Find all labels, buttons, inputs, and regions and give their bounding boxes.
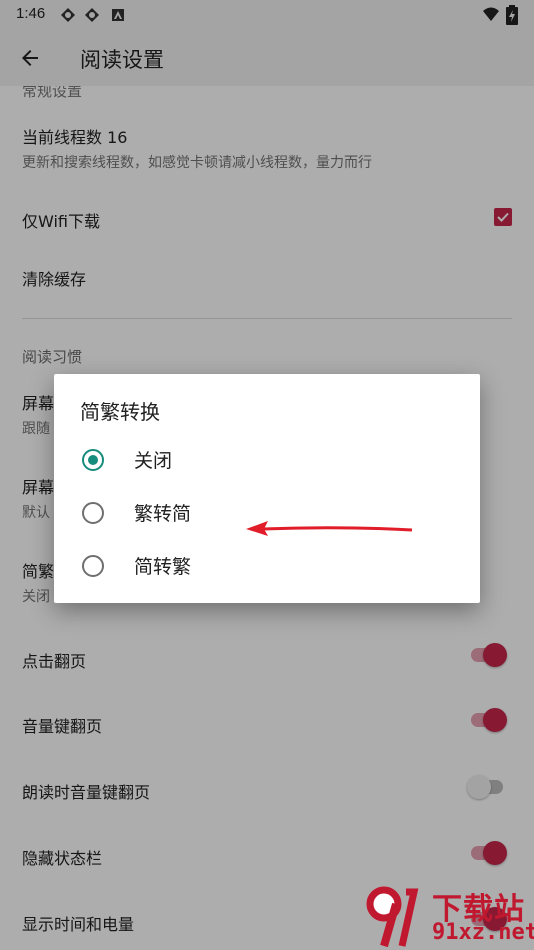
radio-unselected-icon[interactable] (82, 555, 104, 577)
watermark-logo: 下载站 91xz.net (362, 882, 534, 948)
option-off[interactable]: 关闭 (54, 434, 480, 486)
option-label: 关闭 (134, 450, 173, 472)
option-label: 繁转简 (134, 503, 192, 525)
option-label: 简转繁 (134, 556, 192, 578)
annotation-arrow-icon (246, 521, 413, 536)
option-simplified-to-traditional[interactable]: 简转繁 (54, 540, 480, 592)
radio-selected-icon[interactable] (82, 449, 104, 471)
watermark-logo-icon (366, 886, 419, 948)
conversion-dialog: 简繁转换 关闭 繁转简 简转繁 (54, 374, 480, 603)
watermark-domain-text: 91xz.net (432, 920, 534, 945)
radio-unselected-icon[interactable] (82, 502, 104, 524)
dialog-title: 简繁转换 (80, 400, 160, 424)
